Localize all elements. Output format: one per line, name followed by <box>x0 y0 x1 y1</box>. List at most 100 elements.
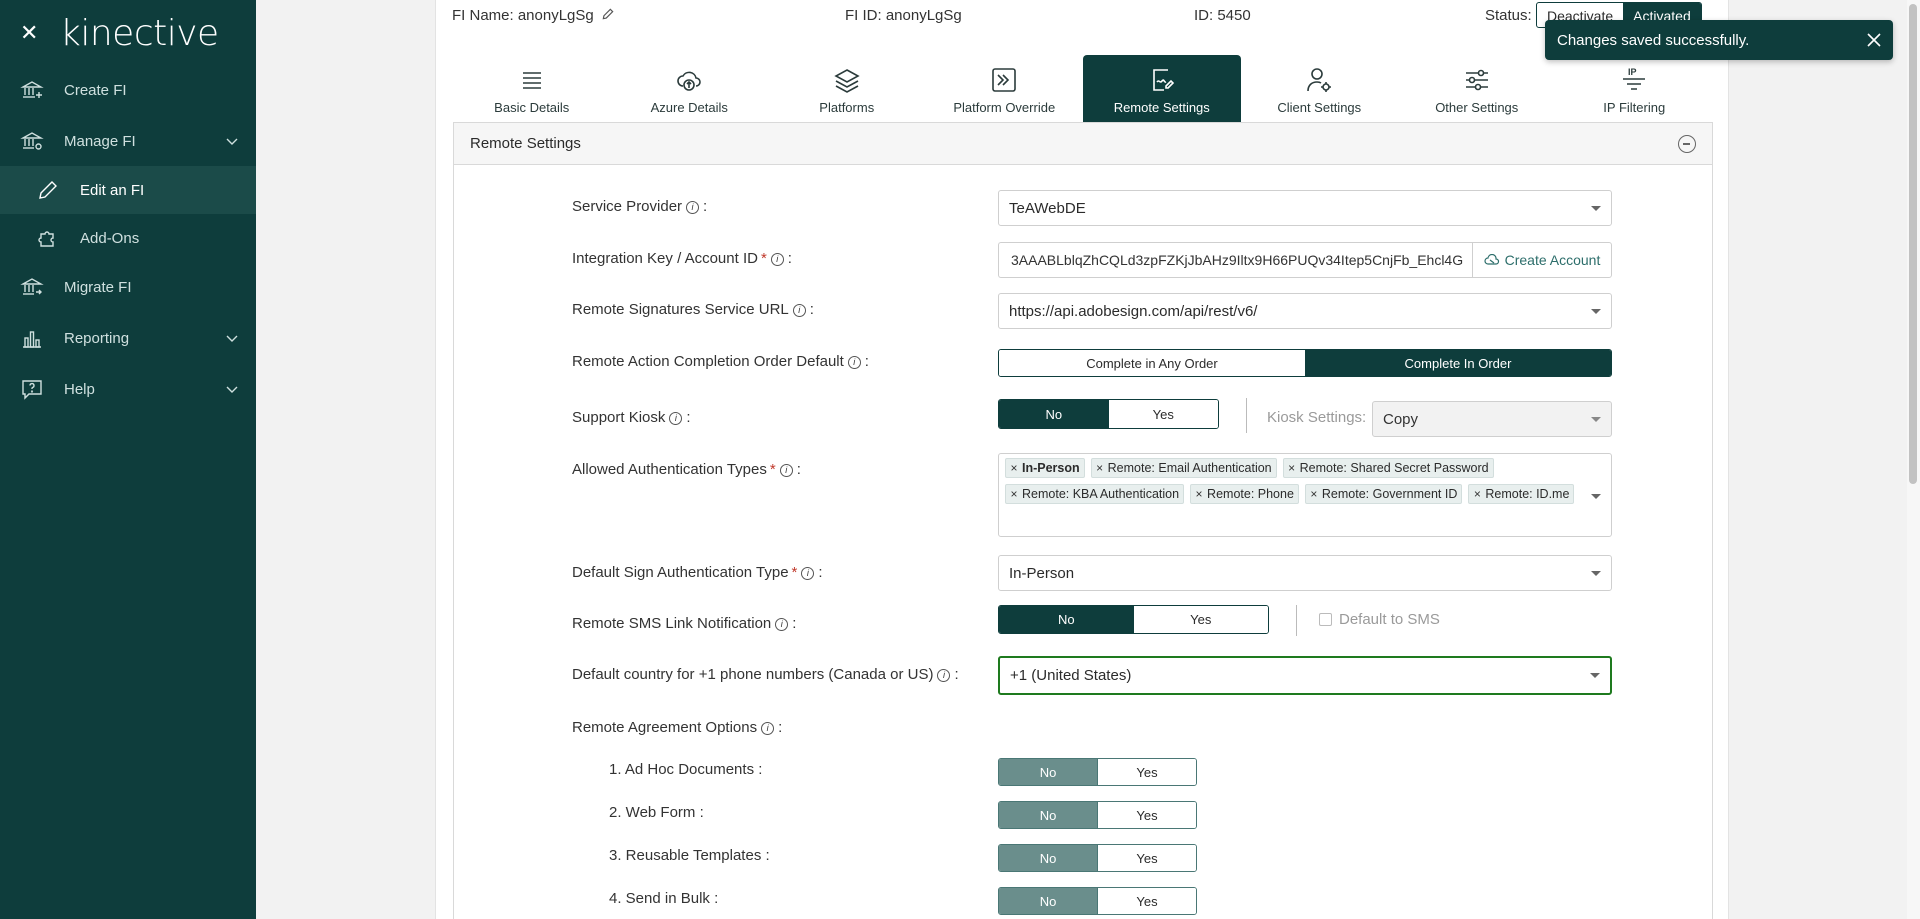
info-icon[interactable]: i <box>779 464 793 477</box>
caret-down-icon <box>1591 206 1601 211</box>
auth-types-multiselect[interactable]: × In-Person × Remote: Email Authentication… <box>998 453 1612 537</box>
reusable-templates-yes-option[interactable]: Yes <box>1097 845 1196 871</box>
sidebar-item-add-ons[interactable]: Add-Ons <box>0 214 256 262</box>
remove-icon[interactable]: × <box>1191 487 1207 501</box>
edit-pencil-icon[interactable] <box>601 7 615 21</box>
kiosk-yes-option[interactable]: Yes <box>1108 400 1218 428</box>
complete-in-order-option[interactable]: Complete In Order <box>1305 350 1611 376</box>
tab-remote-settings[interactable]: Remote Settings <box>1083 55 1241 123</box>
info-icon[interactable]: i <box>937 669 951 682</box>
tab-label: Remote Settings <box>1113 100 1210 115</box>
sidebar-item-label: Help <box>64 380 95 398</box>
close-icon[interactable] <box>1865 31 1883 49</box>
layers-icon <box>834 69 860 93</box>
complete-any-order-option[interactable]: Complete in Any Order <box>999 350 1305 376</box>
ad-hoc-yes-option[interactable]: Yes <box>1097 759 1196 785</box>
tab-other-settings[interactable]: Other Settings <box>1398 55 1556 123</box>
sidebar-item-create-fi[interactable]: Create FI <box>0 66 256 114</box>
select-value: In-Person <box>1009 565 1075 582</box>
integration-key-input[interactable]: 3AAABLblqZhCQLd3zpFZKjJbAHz9Iltx9H66PUQv… <box>998 242 1472 278</box>
info-icon[interactable]: i <box>847 356 861 369</box>
info-icon[interactable]: i <box>669 412 683 425</box>
caret-down-icon <box>1591 309 1601 314</box>
sliders-icon <box>1465 69 1488 91</box>
service-provider-label: Service Provider i: <box>572 198 708 215</box>
tab-platform-override[interactable]: Platform Override <box>926 55 1084 123</box>
default-auth-select[interactable]: In-Person <box>998 555 1612 591</box>
ad-hoc-no-option[interactable]: No <box>999 759 1097 785</box>
remove-icon[interactable]: × <box>1006 461 1022 475</box>
record-id: ID: 5450 <box>1194 7 1251 24</box>
default-to-sms-option[interactable]: Default to SMS <box>1319 611 1440 628</box>
tab-basic-details[interactable]: Basic Details <box>453 55 611 123</box>
support-kiosk-toggle: No Yes <box>998 399 1219 429</box>
tab-ip-filtering[interactable]: IP IP Filtering <box>1556 55 1714 123</box>
bar-chart-icon <box>23 331 41 348</box>
info-icon[interactable]: i <box>801 567 815 580</box>
label-text: Default Sign Authentication Type <box>572 564 789 581</box>
send-in-bulk-no-option[interactable]: No <box>999 888 1097 914</box>
chip-label: In-Person <box>1022 461 1080 475</box>
tab-platforms[interactable]: Platforms <box>768 55 926 123</box>
puzzle-icon <box>38 231 54 247</box>
scrollbar[interactable] <box>1907 0 1920 919</box>
list-icon <box>522 72 541 89</box>
tab-azure-details[interactable]: Azure Details <box>611 55 769 123</box>
chip-label: Remote: Government ID <box>1321 487 1458 501</box>
send-in-bulk-yes-option[interactable]: Yes <box>1097 888 1196 914</box>
default-country-select[interactable]: +1 (United States) <box>998 656 1612 695</box>
remove-icon[interactable]: × <box>1469 487 1485 501</box>
info-icon[interactable]: i <box>761 722 775 735</box>
toast-message: Changes saved successfully. <box>1557 31 1750 49</box>
info-icon[interactable]: i <box>686 201 700 214</box>
sidebar-item-manage-fi[interactable]: Manage FI <box>0 117 256 165</box>
reusable-templates-no-option[interactable]: No <box>999 845 1097 871</box>
sidebar-item-help[interactable]: Help <box>0 365 256 413</box>
tab-label: Platforms <box>819 100 875 115</box>
service-url-select[interactable]: https://api.adobesign.com/api/rest/v6/ <box>998 293 1612 329</box>
sms-yes-option[interactable]: Yes <box>1133 606 1268 633</box>
bank-gear-icon <box>20 132 44 150</box>
chip-kba: × Remote: KBA Authentication <box>1005 484 1185 504</box>
sidebar-item-migrate-fi[interactable]: Migrate FI <box>0 263 256 311</box>
collapse-icon[interactable] <box>1678 135 1696 153</box>
remove-icon[interactable]: × <box>1306 487 1322 501</box>
close-icon[interactable]: ✕ <box>20 20 48 46</box>
reusable-templates-toggle: No Yes <box>998 844 1197 872</box>
tab-client-settings[interactable]: Client Settings <box>1241 55 1399 123</box>
kiosk-no-option[interactable]: No <box>999 400 1109 428</box>
sms-link-toggle: No Yes <box>998 605 1269 634</box>
logo: kinective <box>60 12 219 54</box>
sidebar-item-reporting[interactable]: Reporting <box>0 314 256 362</box>
scrollbar-thumb[interactable] <box>1909 4 1917 484</box>
integration-key-label: Integration Key / Account ID * i: <box>572 250 792 267</box>
cloud-link-icon <box>1484 254 1499 265</box>
remote-sign-icon <box>1152 69 1174 91</box>
divider <box>1246 398 1247 433</box>
chip-id-me: × Remote: ID.me <box>1468 484 1575 504</box>
panel-title: Remote Settings <box>470 135 581 152</box>
create-account-button[interactable]: Create Account <box>1472 242 1612 278</box>
info-icon[interactable]: i <box>792 304 806 317</box>
remove-icon[interactable]: × <box>1284 461 1300 475</box>
remove-icon[interactable]: × <box>1006 487 1022 501</box>
caret-down-icon <box>1591 571 1601 576</box>
sms-no-option[interactable]: No <box>999 606 1134 633</box>
web-form-label: 2. Web Form : <box>609 804 704 821</box>
default-to-sms-checkbox[interactable] <box>1319 613 1332 626</box>
service-provider-select[interactable]: TeAWebDE <box>998 190 1612 226</box>
web-form-no-option[interactable]: No <box>999 802 1097 828</box>
pencil-icon <box>39 181 57 199</box>
label-text: Remote Action Completion Order Default <box>572 353 844 370</box>
chevron-down-icon <box>226 386 238 393</box>
button-label: Create Account <box>1504 252 1601 268</box>
info-icon[interactable]: i <box>775 618 789 631</box>
sidebar-item-edit-an-fi[interactable]: Edit an FI <box>0 166 256 214</box>
default-auth-label: Default Sign Authentication Type * i: <box>572 564 823 581</box>
remove-icon[interactable]: × <box>1092 461 1108 475</box>
info-icon[interactable]: i <box>770 253 784 266</box>
kiosk-settings-select[interactable]: Copy <box>1372 401 1612 437</box>
sidebar-item-label: Create FI <box>64 81 127 99</box>
web-form-toggle: No Yes <box>998 801 1197 829</box>
web-form-yes-option[interactable]: Yes <box>1097 802 1196 828</box>
